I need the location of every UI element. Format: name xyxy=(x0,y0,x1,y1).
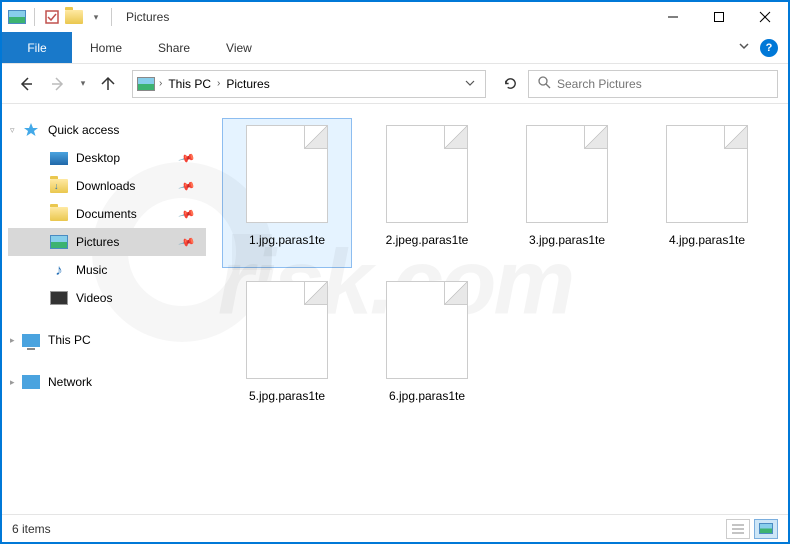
file-item[interactable]: 4.jpg.paras1te xyxy=(642,118,772,268)
file-icon xyxy=(386,125,468,223)
file-icon xyxy=(246,281,328,379)
pin-icon: 📌 xyxy=(178,205,196,223)
sidebar-item-music[interactable]: ♪ Music xyxy=(8,256,206,284)
file-item[interactable]: 3.jpg.paras1te xyxy=(502,118,632,268)
expand-icon[interactable]: ▸ xyxy=(10,377,20,388)
pin-icon: 📌 xyxy=(178,149,196,167)
pin-icon: 📌 xyxy=(178,233,196,251)
sidebar-item-downloads[interactable]: ↓ Downloads 📌 xyxy=(8,172,206,200)
star-icon xyxy=(22,122,40,138)
file-tab[interactable]: File xyxy=(2,32,72,63)
qat-separator xyxy=(34,8,35,26)
pc-icon xyxy=(22,332,40,348)
file-name: 2.jpeg.paras1te xyxy=(386,233,469,247)
tab-home[interactable]: Home xyxy=(72,32,140,63)
sidebar-item-label: Downloads xyxy=(76,179,135,193)
expand-icon[interactable]: ▿ xyxy=(10,125,20,136)
sidebar-item-videos[interactable]: Videos xyxy=(8,284,206,312)
files-area[interactable]: 1.jpg.paras1te 2.jpeg.paras1te 3.jpg.par… xyxy=(212,104,788,514)
music-icon: ♪ xyxy=(50,262,68,278)
search-icon xyxy=(537,75,551,92)
file-item[interactable]: 1.jpg.paras1te xyxy=(222,118,352,268)
sidebar-item-label: Music xyxy=(76,263,107,277)
documents-icon xyxy=(50,206,68,222)
sidebar-network[interactable]: ▸ Network xyxy=(8,368,206,396)
file-name: 5.jpg.paras1te xyxy=(249,389,325,403)
statusbar: 6 items xyxy=(2,514,788,542)
refresh-button[interactable] xyxy=(496,70,524,98)
sidebar-quick-access[interactable]: ▿ Quick access xyxy=(8,116,206,144)
navbar: ▾ › This PC › Pictures xyxy=(2,64,788,104)
file-name: 3.jpg.paras1te xyxy=(529,233,605,247)
tab-view[interactable]: View xyxy=(208,32,270,63)
qat-newfolder-icon[interactable] xyxy=(65,8,83,26)
file-icon xyxy=(386,281,468,379)
back-button[interactable] xyxy=(12,70,40,98)
sidebar-item-label: Videos xyxy=(76,291,112,305)
file-item[interactable]: 5.jpg.paras1te xyxy=(222,274,352,424)
ribbon-collapse-icon[interactable] xyxy=(738,40,750,55)
up-button[interactable] xyxy=(94,70,122,98)
file-name: 1.jpg.paras1te xyxy=(249,233,325,247)
window-title: Pictures xyxy=(126,10,169,24)
qat-dropdown-icon[interactable]: ▾ xyxy=(87,8,105,26)
app-icon xyxy=(8,8,26,26)
desktop-icon xyxy=(50,150,68,166)
downloads-icon: ↓ xyxy=(50,178,68,194)
sidebar-item-desktop[interactable]: Desktop 📌 xyxy=(8,144,206,172)
sidebar-item-label: This PC xyxy=(48,333,91,347)
qat-properties-icon[interactable] xyxy=(43,8,61,26)
help-icon[interactable]: ? xyxy=(760,39,778,57)
file-icon xyxy=(666,125,748,223)
file-item[interactable]: 6.jpg.paras1te xyxy=(362,274,492,424)
pictures-icon xyxy=(50,234,68,250)
breadcrumb-thispc[interactable]: This PC xyxy=(166,77,213,91)
breadcrumb-pictures[interactable]: Pictures xyxy=(224,77,271,91)
view-largeicons-button[interactable] xyxy=(754,519,778,539)
sidebar-item-label: Network xyxy=(48,375,92,389)
maximize-button[interactable] xyxy=(696,2,742,32)
sidebar-this-pc[interactable]: ▸ This PC xyxy=(8,326,206,354)
expand-icon[interactable]: ▸ xyxy=(10,335,20,346)
ribbon: File Home Share View ? xyxy=(2,32,788,64)
search-box[interactable] xyxy=(528,70,778,98)
chevron-right-icon[interactable]: › xyxy=(217,78,220,89)
breadcrumb[interactable]: › This PC › Pictures xyxy=(132,70,486,98)
close-button[interactable] xyxy=(742,2,788,32)
videos-icon xyxy=(50,290,68,306)
chevron-right-icon[interactable]: › xyxy=(159,78,162,89)
status-text: 6 items xyxy=(12,522,51,536)
breadcrumb-root-icon[interactable] xyxy=(137,77,155,91)
sidebar-item-documents[interactable]: Documents 📌 xyxy=(8,200,206,228)
file-name: 4.jpg.paras1te xyxy=(669,233,745,247)
sidebar-item-label: Documents xyxy=(76,207,137,221)
tab-share[interactable]: Share xyxy=(140,32,208,63)
pin-icon: 📌 xyxy=(178,177,196,195)
file-icon xyxy=(246,125,328,223)
sidebar-item-label: Desktop xyxy=(76,151,120,165)
forward-button[interactable] xyxy=(44,70,72,98)
file-name: 6.jpg.paras1te xyxy=(389,389,465,403)
breadcrumb-dropdown-icon[interactable] xyxy=(459,77,481,91)
titlebar: ▾ Pictures xyxy=(2,2,788,32)
sidebar: ▿ Quick access Desktop 📌 ↓ Downloads 📌 D… xyxy=(2,104,212,514)
file-item[interactable]: 2.jpeg.paras1te xyxy=(362,118,492,268)
sidebar-item-pictures[interactable]: Pictures 📌 xyxy=(8,228,206,256)
minimize-button[interactable] xyxy=(650,2,696,32)
recent-dropdown[interactable]: ▾ xyxy=(76,70,90,98)
view-details-button[interactable] xyxy=(726,519,750,539)
file-icon xyxy=(526,125,608,223)
search-input[interactable] xyxy=(557,77,769,91)
network-icon xyxy=(22,374,40,390)
sidebar-item-label: Quick access xyxy=(48,123,119,137)
title-separator xyxy=(111,8,112,26)
sidebar-item-label: Pictures xyxy=(76,235,119,249)
